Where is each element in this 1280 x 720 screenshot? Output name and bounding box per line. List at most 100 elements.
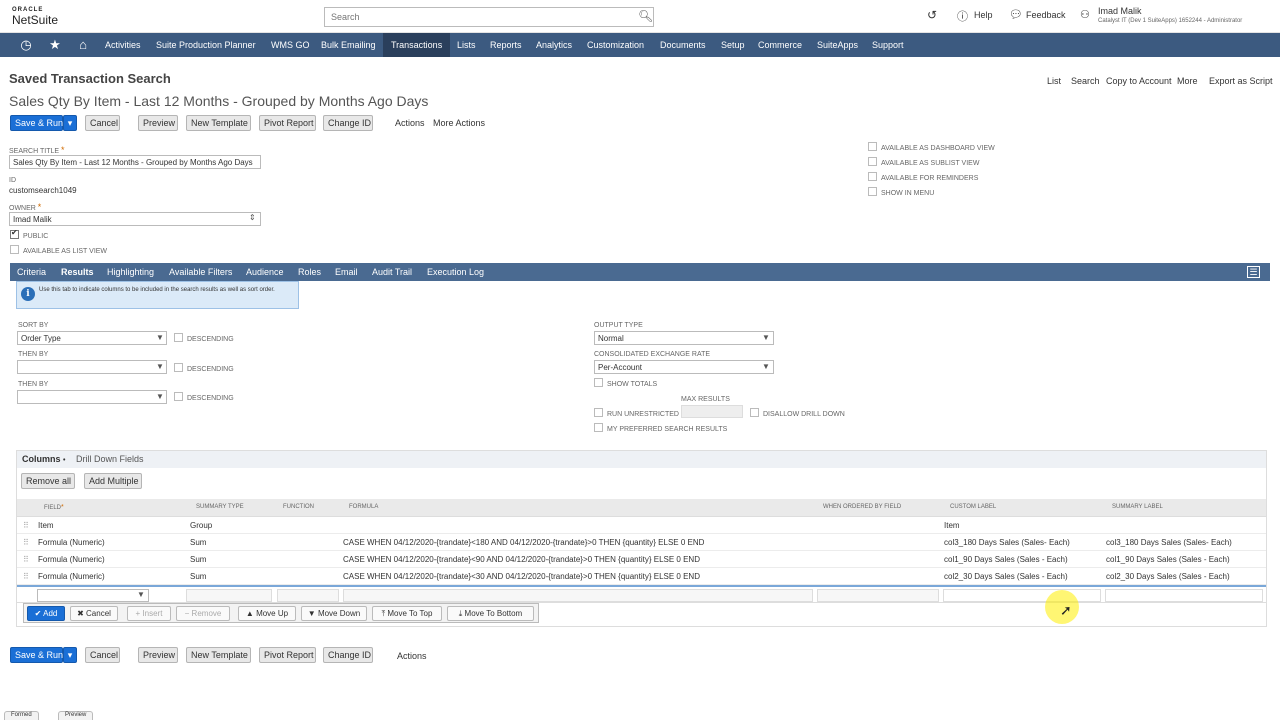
move-to-bottom-button[interactable]: ⤓ Move To Bottom <box>447 606 534 621</box>
nav-analytics[interactable]: Analytics <box>536 33 572 57</box>
new-template-button-bottom[interactable]: New Template <box>186 647 251 663</box>
list-link[interactable]: List <box>1047 76 1061 86</box>
then-by-select-1[interactable] <box>17 360 167 374</box>
remove-all-button[interactable]: Remove all <box>21 473 75 489</box>
remove-row-button[interactable]: − Remove <box>176 606 230 621</box>
exchange-rate-select[interactable]: Per-Account <box>594 360 774 374</box>
more-link[interactable]: More <box>1177 76 1198 86</box>
new-summary-type-select[interactable] <box>186 589 272 602</box>
preview-button-bottom[interactable]: Preview <box>138 647 178 663</box>
recent-icon[interactable]: ◷ <box>16 33 36 57</box>
cancel-row-button[interactable]: ✖ Cancel <box>70 606 118 621</box>
change-id-button-bottom[interactable]: Change ID <box>323 647 373 663</box>
bottom-tab-formed[interactable]: Formed <box>4 711 39 720</box>
preview-button[interactable]: Preview <box>138 115 178 131</box>
pivot-report-button[interactable]: Pivot Report <box>259 115 316 131</box>
move-to-top-button[interactable]: ⤒ Move To Top <box>372 606 442 621</box>
show-in-menu-checkbox[interactable] <box>868 187 877 196</box>
tab-execution-log[interactable]: Execution Log <box>427 263 484 281</box>
new-field-select[interactable] <box>37 589 149 602</box>
export-as-script-link[interactable]: Export as Script <box>1209 76 1273 86</box>
move-down-button[interactable]: ▼ Move Down <box>301 606 367 621</box>
save-run-dropdown-icon[interactable]: ▾ <box>63 115 77 131</box>
bottom-tab-preview[interactable]: Preview <box>58 711 94 720</box>
global-search-input[interactable] <box>324 7 654 27</box>
nav-wms-go[interactable]: WMS GO <box>271 33 310 57</box>
drag-handle-icon[interactable]: ⠿ <box>23 555 29 564</box>
netsuite-logo[interactable]: ORACLE NetSuite <box>12 7 58 26</box>
copy-to-account-link[interactable]: Copy to Account <box>1106 76 1172 86</box>
subtab-drill-down-fields[interactable]: Drill Down Fields <box>76 451 144 468</box>
new-field-dropdown-icon[interactable]: ▼ <box>137 590 145 599</box>
subtab-columns[interactable]: Columns • <box>22 451 65 468</box>
then-by-dropdown-icon-1[interactable]: ▼ <box>156 362 164 371</box>
new-function-select[interactable] <box>277 589 339 602</box>
nav-customization[interactable]: Customization <box>587 33 644 57</box>
max-results-input[interactable] <box>681 405 743 418</box>
sort-descending-checkbox[interactable] <box>174 333 183 342</box>
table-row[interactable]: ⠿ Formula (Numeric) Sum CASE WHEN 04/12/… <box>17 568 1266 585</box>
then-descending-checkbox-1[interactable] <box>174 363 183 372</box>
tab-results[interactable]: Results <box>61 263 94 281</box>
owner-select[interactable]: Imad Malik <box>9 212 261 226</box>
owner-dropdown-icon[interactable]: ⇕ <box>249 213 256 222</box>
nav-reports[interactable]: Reports <box>490 33 522 57</box>
run-unrestricted-checkbox[interactable] <box>594 408 603 417</box>
new-formula-input[interactable] <box>343 589 813 602</box>
sublist-view-checkbox[interactable] <box>868 157 877 166</box>
my-preferred-checkbox[interactable] <box>594 423 603 432</box>
nav-suite-production-planner[interactable]: Suite Production Planner <box>156 33 256 57</box>
output-type-dropdown-icon[interactable]: ▼ <box>762 333 770 342</box>
then-descending-checkbox-2[interactable] <box>174 392 183 401</box>
nav-activities[interactable]: Activities <box>105 33 141 57</box>
tab-roles[interactable]: Roles <box>298 263 321 281</box>
save-run-button-bottom[interactable]: Save & Run <box>10 647 63 663</box>
tab-criteria[interactable]: Criteria <box>17 263 46 281</box>
pivot-report-button-bottom[interactable]: Pivot Report <box>259 647 316 663</box>
then-by-select-2[interactable] <box>17 390 167 404</box>
actions-menu-bottom[interactable]: Actions <box>397 651 427 661</box>
nav-suiteapps[interactable]: SuiteApps <box>817 33 858 57</box>
search-icon[interactable]: 🔍︎ <box>638 9 653 23</box>
new-ordered-select[interactable] <box>817 589 939 602</box>
disallow-drill-checkbox[interactable] <box>750 408 759 417</box>
then-by-dropdown-icon-2[interactable]: ▼ <box>156 392 164 401</box>
nav-lists[interactable]: Lists <box>457 33 476 57</box>
tab-available-filters[interactable]: Available Filters <box>169 263 232 281</box>
tab-audience[interactable]: Audience <box>246 263 284 281</box>
sort-by-select[interactable]: Order Type <box>17 331 167 345</box>
tabs-menu-icon[interactable]: ☰ <box>1247 266 1260 278</box>
feedback-link[interactable]: Feedback <box>1026 10 1066 20</box>
insert-row-button[interactable]: + Insert <box>127 606 171 621</box>
nav-documents[interactable]: Documents <box>660 33 706 57</box>
favorites-star-icon[interactable]: ★ <box>45 33 65 57</box>
output-type-select[interactable]: Normal <box>594 331 774 345</box>
more-actions-menu[interactable]: More Actions <box>433 118 485 128</box>
nav-transactions[interactable]: Transactions <box>383 33 451 57</box>
dashboard-view-checkbox[interactable] <box>868 142 877 151</box>
new-summary-label-input[interactable] <box>1105 589 1263 602</box>
public-checkbox[interactable] <box>10 228 19 239</box>
drag-handle-icon[interactable]: ⠿ <box>23 521 29 530</box>
nav-bulk-emailing[interactable]: Bulk Emailing <box>321 33 376 57</box>
nav-commerce[interactable]: Commerce <box>758 33 802 57</box>
change-id-button[interactable]: Change ID <box>323 115 373 131</box>
available-list-view-checkbox[interactable] <box>10 245 19 254</box>
tab-email[interactable]: Email <box>335 263 358 281</box>
drag-handle-icon[interactable]: ⠿ <box>23 572 29 581</box>
help-icon[interactable]: ⓘ <box>957 8 968 24</box>
search-title-input[interactable]: Sales Qty By Item - Last 12 Months - Gro… <box>9 155 261 169</box>
show-totals-checkbox[interactable] <box>594 378 603 387</box>
nav-setup[interactable]: Setup <box>721 33 745 57</box>
move-up-button[interactable]: ▲ Move Up <box>238 606 296 621</box>
user-icon[interactable]: ⚇ <box>1080 8 1090 21</box>
recent-records-icon[interactable]: ↺ <box>927 8 937 22</box>
help-link[interactable]: Help <box>974 10 993 20</box>
add-row-button[interactable]: ✔ Add <box>27 606 65 621</box>
add-multiple-button[interactable]: Add Multiple <box>84 473 142 489</box>
sort-by-dropdown-icon[interactable]: ▼ <box>156 333 164 342</box>
new-template-button[interactable]: New Template <box>186 115 251 131</box>
table-row[interactable]: ⠿ Formula (Numeric) Sum CASE WHEN 04/12/… <box>17 534 1266 551</box>
tab-highlighting[interactable]: Highlighting <box>107 263 154 281</box>
table-row[interactable]: ⠿ Item Group Item <box>17 517 1266 534</box>
